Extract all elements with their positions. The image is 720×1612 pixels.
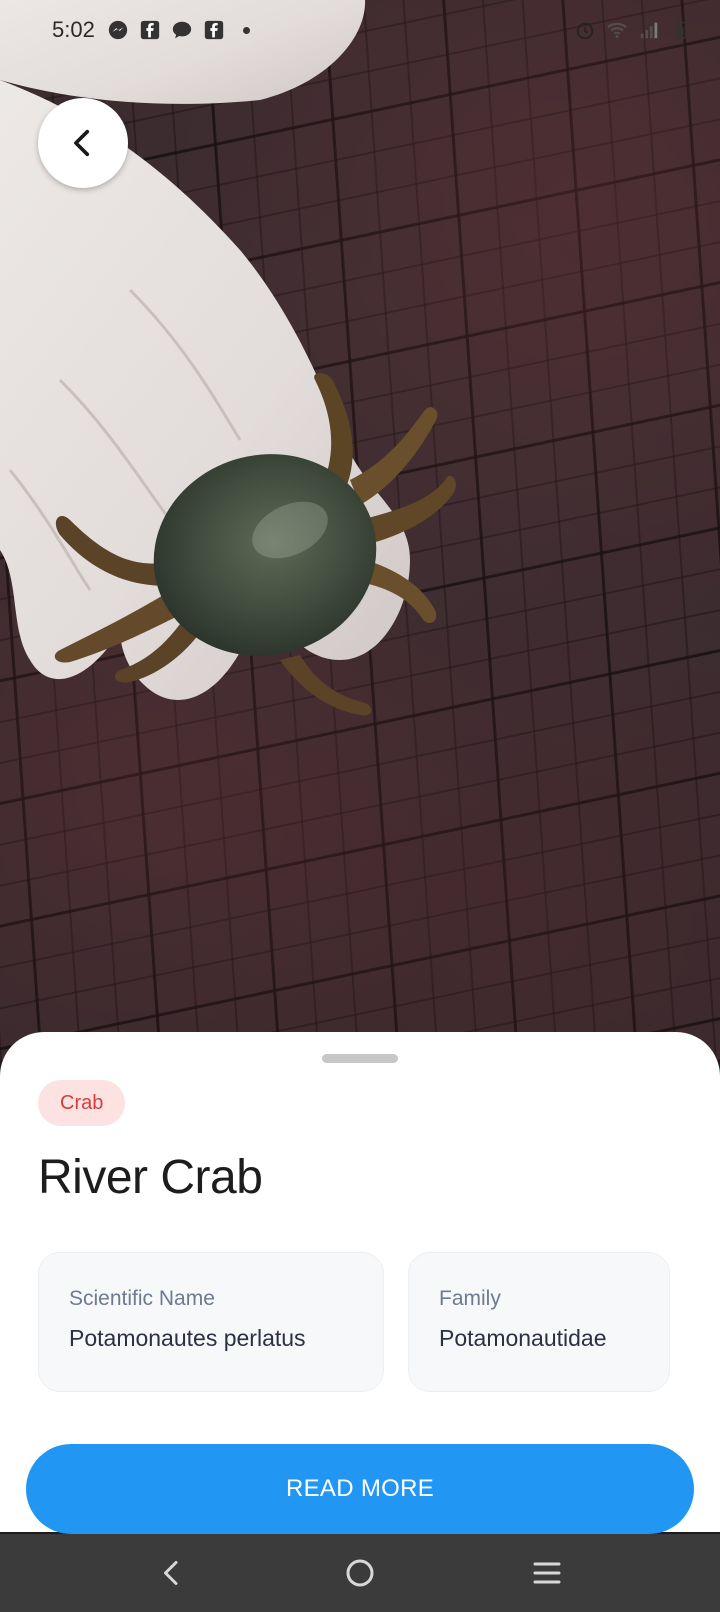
facebook-icon	[140, 20, 159, 40]
nav-home-icon	[346, 1559, 374, 1587]
nav-home-button[interactable]	[330, 1543, 390, 1603]
system-icons	[574, 19, 692, 41]
read-more-button[interactable]: READ MORE	[26, 1444, 694, 1534]
battery-icon	[675, 20, 687, 40]
scientific-name-value: Potamonautes perlatus	[69, 1325, 306, 1351]
species-title: River Crab	[38, 1151, 263, 1204]
sheet-drag-handle[interactable]	[322, 1054, 398, 1063]
scientific-name-label: Scientific Name	[69, 1287, 215, 1310]
status-time: 5:02	[52, 17, 95, 42]
crab-illustration	[54, 373, 456, 716]
alarm-icon	[576, 22, 594, 40]
family-label: Family	[439, 1287, 501, 1310]
nav-back-button[interactable]	[143, 1543, 203, 1603]
scientific-name-card: Scientific Name Potamonautes perlatus	[38, 1252, 384, 1392]
category-chip: Crab	[38, 1080, 126, 1126]
messenger-icon	[108, 20, 127, 40]
nav-recents-button[interactable]	[517, 1543, 577, 1603]
family-value: Potamonautidae	[439, 1325, 607, 1351]
status-bar: 5:02	[0, 0, 720, 60]
chat-bubble-icon	[172, 21, 191, 39]
system-nav-bar	[0, 1534, 720, 1612]
facebook-icon	[204, 20, 223, 40]
species-bottom-sheet: Crab River Crab Scientific Name Potamona…	[0, 1032, 720, 1534]
chevron-left-icon	[74, 129, 90, 157]
more-notifications-dot	[242, 26, 250, 34]
nav-back-icon	[164, 1561, 178, 1585]
family-card: Family Potamonautidae	[408, 1252, 670, 1392]
wifi-icon	[607, 22, 627, 38]
signal-icon	[640, 22, 658, 39]
back-button[interactable]	[38, 98, 128, 188]
notification-icons	[107, 19, 250, 41]
nav-menu-icon	[533, 1562, 561, 1584]
